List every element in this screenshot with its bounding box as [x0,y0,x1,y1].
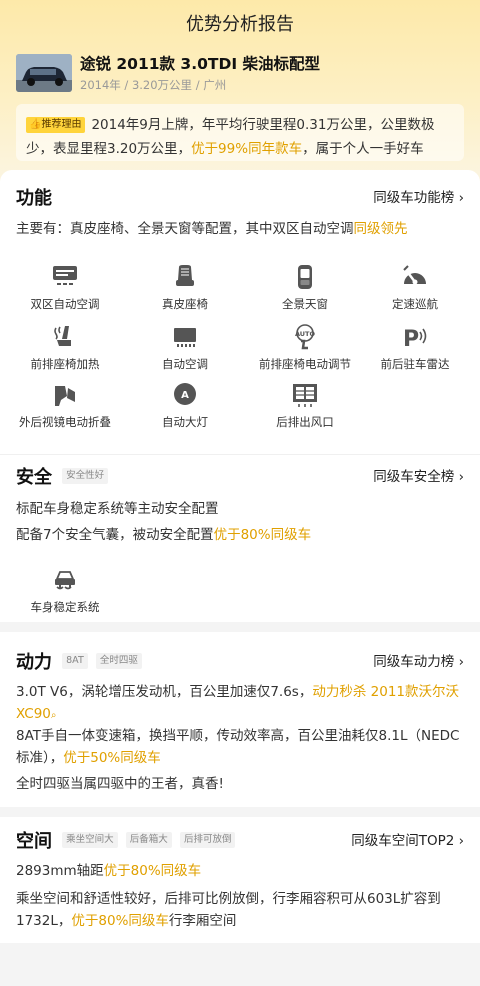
feature-item: 真皮座椅 [125,264,245,312]
feature-item: 前排座椅加热 [5,324,125,372]
feature-item: 全景天窗 [245,264,365,312]
parking-radar-icon: P [403,327,427,350]
space-tag: 乘坐空间大 [62,832,118,848]
feature-item: P 前后驻车雷达 [355,324,475,372]
feature-item: 外后视镜电动折叠 [5,382,125,430]
leather-seat-icon [176,265,194,286]
feature-item: 双区自动空调 [5,264,125,312]
auto-seat-adjust-icon: AUTO [295,324,316,350]
safety-tag: 安全性好 [62,468,109,484]
stability-control-icon [55,571,75,590]
svg-text:A: A [181,390,189,401]
auto-ac-icon [174,328,196,347]
power-gearbox-text: 8AT手自一体变速箱，换挡平顺，传动效率高，百公里油耗仅8.1L（NEDC标准）… [16,728,460,766]
space-tag: 后备箱大 [125,832,172,848]
search-icon: ⌕ [50,710,57,721]
auto-headlight-icon: A [174,383,196,405]
seat-heating-icon [54,326,71,346]
svg-text:P: P [403,327,419,350]
thumbs-up-icon: 👍 [29,119,42,130]
power-engine-text: 3.0T V6，涡轮增压发动机，百公里加速仅7.6s，动力秒杀 2011款沃尔沃… [16,684,459,722]
power-tag: 全时四驱 [95,653,142,669]
cruise-control-icon [403,265,426,285]
power-title: 动力 [16,652,52,673]
feature-item: AUTO 前排座椅电动调节 [245,324,365,372]
power-tag: 8AT [62,653,88,669]
space-card: 空间 乘坐空间大 后备箱大 后排可放倒 同级车空间TOP2 › 2893mm轴距… [0,817,480,943]
safety-card: 安全 安全性好 同级车安全榜 › 标配车身稳定系统等主动安全配置 配备7个安全气… [0,454,480,622]
features-card: 功能 同级车功能榜 › 主要有：真皮座椅、全景天窗等配置，其中双区自动空调同级领… [0,170,480,454]
mirror-fold-icon [55,386,75,406]
rear-vent-icon [293,384,317,407]
feature-item: 后排出风口 [245,382,365,430]
features-title: 功能 [16,188,52,209]
space-rank-link[interactable]: 同级车空间TOP2 › [351,829,464,849]
safety-title: 安全 [16,467,52,488]
space-title: 空间 [16,831,52,852]
space-wheelbase-text: 2893mm轴距优于80%同级车 [16,863,202,879]
space-tag: 后排可放倒 [179,832,236,848]
sunroof-icon [298,265,312,289]
safety-rank-link[interactable]: 同级车安全榜 › [373,465,464,485]
svg-text:AUTO: AUTO [295,330,316,338]
power-awd-text: 全时四驱当属四驱中的王者，真香! [16,776,224,792]
recommend-reason: 👍推荐理由 2014年9月上牌，年平均行驶里程0.31万公里，公里数极少，表显里程… [16,104,464,161]
ac-dual-zone-icon [53,266,77,285]
car-thumbnail [16,54,72,92]
power-card: 动力 8AT 全时四驱 同级车动力榜 › 3.0T V6，涡轮增压发动机，百公里… [0,632,480,807]
features-rank-link[interactable]: 同级车功能榜 › [373,186,464,206]
car-meta: 2014年 / 3.20万公里 / 广州 [80,78,227,92]
feature-item: 车身稳定系统 [5,567,125,615]
car-title: 途锐 2011款 3.0TDI 柴油标配型 [80,55,320,73]
features-summary: 主要有：真皮座椅、全景天窗等配置，其中双区自动空调同级领先 [16,221,408,237]
page-title: 优势分析报告 [186,14,294,35]
safety-line1: 标配车身稳定系统等主动安全配置 [16,501,219,517]
space-trunk-text: 乘坐空间和舒适性较好，后排可比例放倒，行李厢容积可从603L扩容到1732L，优… [16,891,441,929]
safety-line2: 配备7个安全气囊，被动安全配置优于80%同级车 [16,527,312,543]
power-rank-link[interactable]: 同级车动力榜 › [373,650,464,670]
feature-item: A 自动大灯 [125,382,245,430]
feature-item: 定速巡航 [355,264,475,312]
feature-item: 自动空调 [125,324,245,372]
recommend-badge: 👍推荐理由 [26,117,86,133]
